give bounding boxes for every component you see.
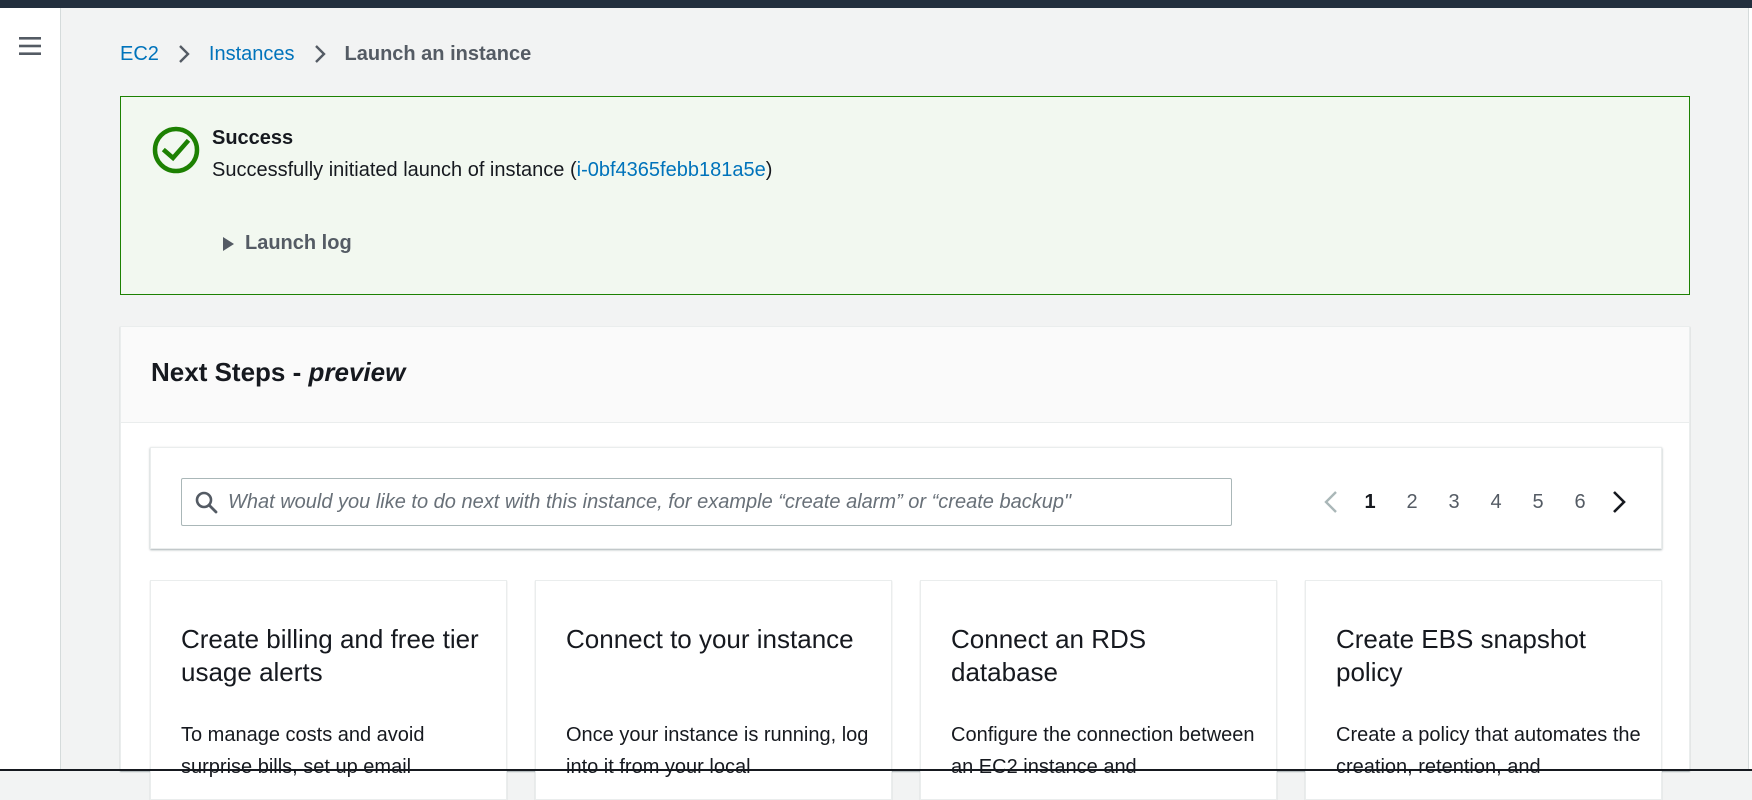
card-ebs-snapshot-policy[interactable]: Create EBS snapshot policy Create a poli… <box>1305 580 1662 800</box>
chevron-left-icon <box>1324 491 1337 513</box>
breadcrumb-instances-link[interactable]: Instances <box>209 43 295 66</box>
card-description: Configure the connection between an EC2 … <box>951 724 1255 778</box>
card-title: Connect to your instance <box>566 624 854 654</box>
page-3-button[interactable]: 3 <box>1433 491 1475 514</box>
card-description: Create a policy that automates the creat… <box>1336 724 1641 778</box>
side-navigation-rail <box>0 8 61 771</box>
previous-page-button[interactable] <box>1313 484 1349 520</box>
open-navigation-button[interactable] <box>18 34 42 58</box>
launch-log-label: Launch log <box>245 232 352 254</box>
breadcrumb-ec2-link[interactable]: EC2 <box>120 43 159 66</box>
card-title: Create EBS snapshot policy <box>1336 624 1587 687</box>
next-steps-title-text: Next Steps - <box>151 357 309 387</box>
next-steps-panel: Next Steps - preview 1 2 3 4 5 6 <box>120 326 1690 800</box>
alert-message-suffix: ) <box>765 159 773 181</box>
breadcrumb: EC2 Instances Launch an instance <box>120 42 531 66</box>
card-description: Once your instance is running, log into … <box>566 724 869 778</box>
chevron-right-icon <box>159 43 209 65</box>
instance-id-link[interactable]: i-0bf4365febb181a5e <box>577 159 766 181</box>
page-6-button[interactable]: 6 <box>1559 491 1601 514</box>
next-steps-search-bar: 1 2 3 4 5 6 <box>150 447 1662 549</box>
hamburger-icon <box>19 37 41 55</box>
card-billing-alerts[interactable]: Create billing and free tier usage alert… <box>150 580 507 800</box>
next-steps-search-input[interactable] <box>228 479 1228 525</box>
alert-message: Successfully initiated launch of instanc… <box>212 159 772 182</box>
success-alert: Success Successfully initiated launch of… <box>120 96 1690 295</box>
caret-right-icon <box>221 236 235 252</box>
card-description: To manage costs and avoid surprise bills… <box>181 724 425 778</box>
page-4-button[interactable]: 4 <box>1475 491 1517 514</box>
next-steps-title: Next Steps - preview <box>151 357 405 388</box>
alert-title: Success <box>212 127 294 149</box>
card-connect-rds[interactable]: Connect an RDS database Configure the co… <box>920 580 1277 800</box>
breadcrumb-current-page: Launch an instance <box>344 42 532 65</box>
chevron-right-icon <box>295 43 345 65</box>
next-page-button[interactable] <box>1601 484 1637 520</box>
card-title: Connect an RDS database <box>951 624 1147 687</box>
card-title: Create billing and free tier usage alert… <box>181 624 479 687</box>
right-panel-edge <box>1748 8 1752 771</box>
page-1-button[interactable]: 1 <box>1349 491 1391 514</box>
page-5-button[interactable]: 5 <box>1517 491 1559 514</box>
next-steps-header: Next Steps - preview <box>121 327 1689 423</box>
pagination: 1 2 3 4 5 6 <box>1313 478 1637 526</box>
page-2-button[interactable]: 2 <box>1391 491 1433 514</box>
launch-log-expander[interactable]: Launch log <box>221 232 352 255</box>
chevron-right-icon <box>1613 491 1626 513</box>
top-navigation-bar <box>0 0 1752 8</box>
success-check-circle-icon <box>152 126 200 174</box>
search-icon <box>195 491 218 514</box>
search-field <box>181 478 1232 526</box>
alert-message-prefix: Successfully initiated launch of instanc… <box>212 159 577 181</box>
next-steps-cards: Create billing and free tier usage alert… <box>150 580 1662 800</box>
next-steps-preview-label: preview <box>308 357 406 387</box>
card-connect-instance[interactable]: Connect to your instance Once your insta… <box>535 580 892 800</box>
